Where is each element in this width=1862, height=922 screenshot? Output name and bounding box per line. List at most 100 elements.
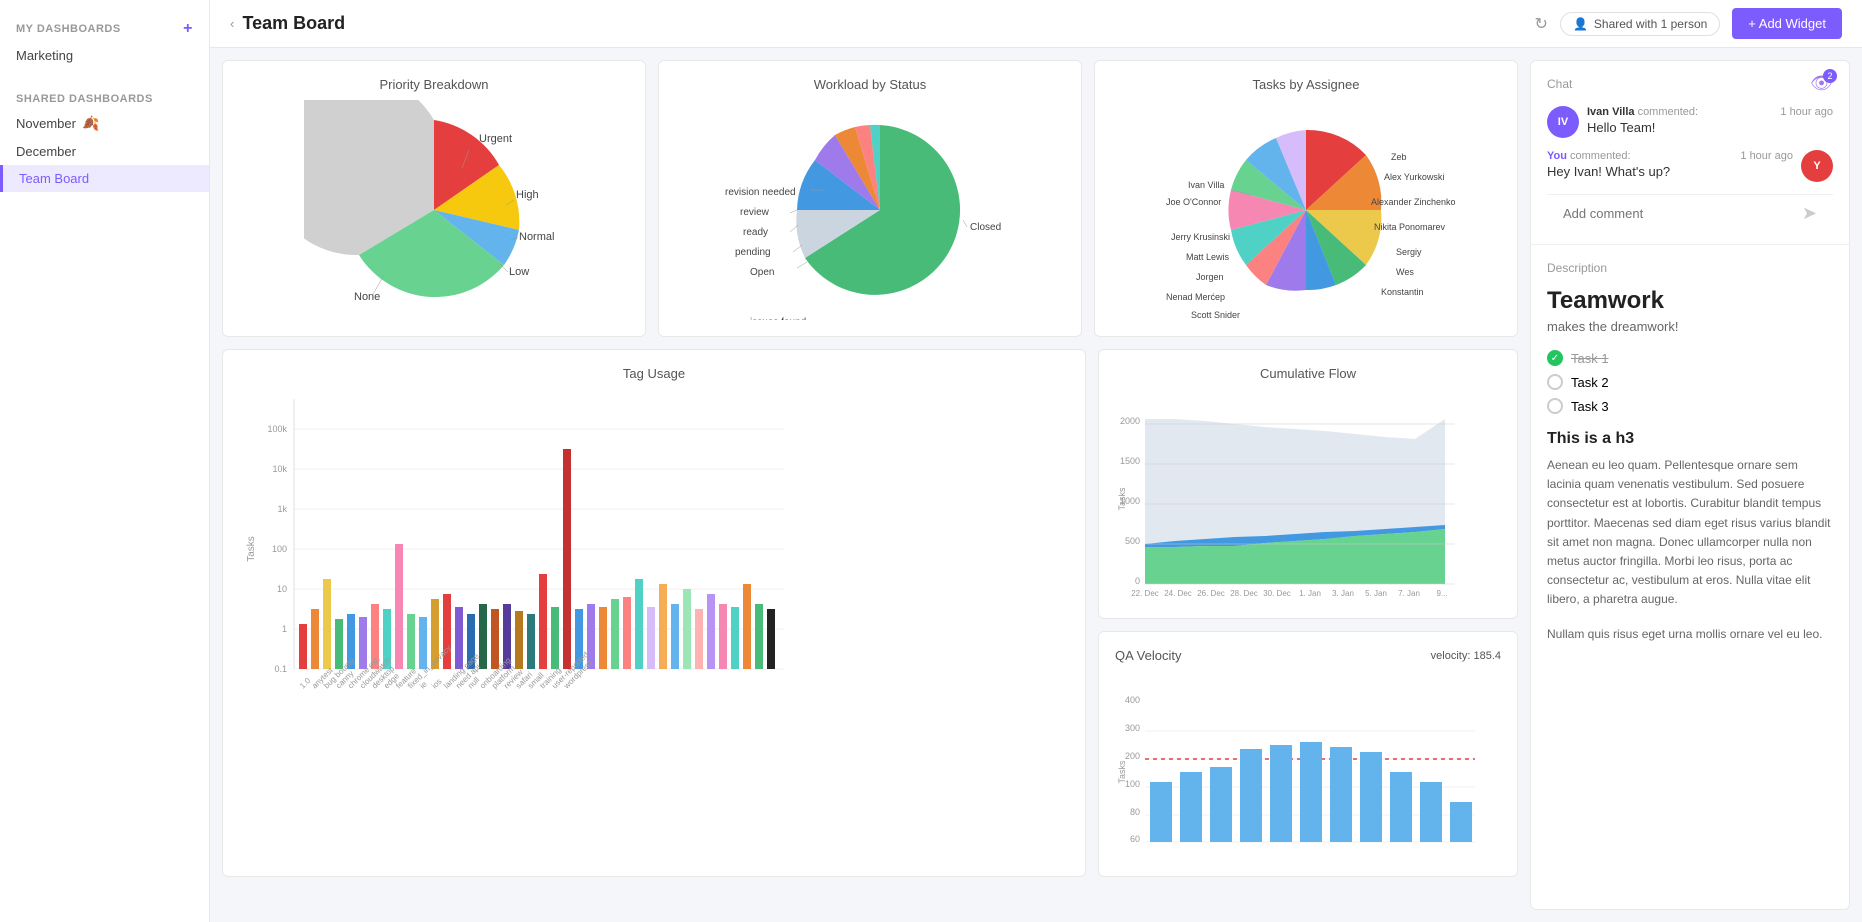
svg-text:80: 80: [1130, 807, 1140, 817]
my-dashboards-section: MY DASHBOARDS +: [0, 12, 209, 42]
svg-text:Urgent: Urgent: [479, 133, 512, 145]
svg-text:1: 1: [282, 624, 287, 634]
svg-text:0.1: 0.1: [274, 664, 287, 674]
assignee-pie-chart: Ivan Villa Joe O'Connor Jerry Krusinski …: [1136, 100, 1476, 320]
sidebar-item-marketing[interactable]: Marketing: [0, 42, 209, 69]
cumulative-flow-title: Cumulative Flow: [1115, 366, 1501, 381]
chat-input[interactable]: [1563, 206, 1794, 221]
header-actions: ↻ 👤 Shared with 1 person + Add Widget: [1535, 8, 1842, 39]
main-content: ‹ Team Board ↻ 👤 Shared with 1 person + …: [210, 0, 1862, 922]
ivan-message: Hello Team!: [1587, 120, 1833, 135]
svg-text:24. Dec: 24. Dec: [1164, 589, 1192, 598]
svg-text:pending: pending: [735, 247, 771, 258]
description-subheading: makes the dreamwork!: [1547, 319, 1833, 334]
sidebar: MY DASHBOARDS + Marketing SHARED DASHBOA…: [0, 0, 210, 922]
svg-text:Tasks: Tasks: [246, 536, 257, 562]
priority-breakdown-card: Priority Breakdown: [222, 60, 646, 337]
svg-text:1k: 1k: [277, 504, 287, 514]
ivan-comment-meta: commented:: [1638, 106, 1699, 118]
svg-text:Wes: Wes: [1396, 267, 1414, 277]
task3-check[interactable]: [1547, 398, 1563, 414]
header: ‹ Team Board ↻ 👤 Shared with 1 person + …: [210, 0, 1862, 48]
svg-text:Alexander Zinchenko: Alexander Zinchenko: [1371, 197, 1456, 207]
svg-text:30. Dec: 30. Dec: [1263, 589, 1291, 598]
assignee-pie-container: Ivan Villa Joe O'Connor Jerry Krusinski …: [1111, 100, 1501, 320]
eyes-count: 2: [1823, 69, 1837, 83]
refresh-button[interactable]: ↻: [1535, 14, 1548, 34]
cumulative-flow-card: Cumulative Flow 0 500 1000 1500 2000 Tas…: [1098, 349, 1518, 619]
add-widget-button[interactable]: + Add Widget: [1732, 8, 1842, 39]
svg-text:1500: 1500: [1120, 456, 1140, 466]
svg-text:Alex Yurkowski: Alex Yurkowski: [1384, 172, 1444, 182]
user-icon: 👤: [1573, 17, 1588, 31]
svg-text:Tasks: Tasks: [1117, 760, 1127, 784]
qa-velocity-title: QA Velocity: [1115, 648, 1181, 663]
you-bubble: You commented: 1 hour ago Hey Ivan! What…: [1547, 150, 1793, 182]
shared-button[interactable]: 👤 Shared with 1 person: [1560, 12, 1720, 36]
svg-text:2000: 2000: [1120, 416, 1140, 426]
sidebar-item-november[interactable]: November 🍂: [0, 109, 209, 138]
ivan-name: Ivan Villa: [1587, 106, 1635, 118]
description-body2: Nullam quis risus eget urna mollis ornar…: [1547, 625, 1833, 644]
svg-text:1. Jan: 1. Jan: [1299, 589, 1321, 598]
workload-pie-container: revision needed review ready pending Ope…: [675, 100, 1065, 320]
workload-pie-chart: revision needed review ready pending Ope…: [715, 100, 1025, 320]
velocity-label: velocity: 185.4: [1431, 650, 1501, 662]
qa-velocity-card: QA Velocity velocity: 185.4 60 80 100 20…: [1098, 631, 1518, 877]
description-h3: This is a h3: [1547, 430, 1833, 448]
priority-breakdown-title: Priority Breakdown: [239, 77, 629, 92]
svg-text:Joe O'Connor: Joe O'Connor: [1166, 197, 1221, 207]
svg-text:28. Dec: 28. Dec: [1230, 589, 1258, 598]
svg-text:Jorgen: Jorgen: [1196, 272, 1224, 282]
svg-text:300: 300: [1125, 723, 1140, 733]
task-item-3: Task 3: [1547, 398, 1833, 414]
assignee-title: Tasks by Assignee: [1111, 77, 1501, 92]
page-title: ‹ Team Board: [230, 13, 345, 34]
task-item-2: Task 2: [1547, 374, 1833, 390]
svg-text:Sergiy: Sergiy: [1396, 247, 1422, 257]
send-icon[interactable]: ➤: [1802, 203, 1817, 224]
tag-usage-title: Tag Usage: [239, 366, 1069, 381]
description-title: Description: [1547, 261, 1833, 275]
task2-check[interactable]: [1547, 374, 1563, 390]
svg-text:3. Jan: 3. Jan: [1332, 589, 1354, 598]
priority-pie-chart: Urgent High Normal Low None: [304, 100, 564, 320]
chat-title: Chat: [1547, 77, 1572, 91]
svg-text:revision needed: revision needed: [725, 187, 796, 198]
workload-title: Workload by Status: [675, 77, 1065, 92]
task2-label: Task 2: [1571, 375, 1609, 390]
svg-text:100: 100: [1125, 779, 1140, 789]
svg-text:Ivan Villa: Ivan Villa: [1188, 180, 1224, 190]
svg-text:Jerry Krusinski: Jerry Krusinski: [1171, 232, 1230, 242]
svg-text:400: 400: [1125, 695, 1140, 705]
add-dashboard-icon[interactable]: +: [183, 20, 193, 38]
svg-text:0: 0: [1135, 576, 1140, 586]
svg-text:200: 200: [1125, 751, 1140, 761]
svg-text:Nenad Merćep: Nenad Merćep: [1166, 292, 1225, 302]
ivan-avatar: IV: [1547, 106, 1579, 138]
ivan-time: 1 hour ago: [1780, 106, 1833, 118]
svg-text:review: review: [740, 207, 770, 218]
you-time: 1 hour ago: [1740, 150, 1793, 162]
svg-text:10: 10: [277, 584, 287, 594]
svg-text:22. Dec: 22. Dec: [1131, 589, 1159, 598]
sidebar-item-december[interactable]: December: [0, 138, 209, 165]
svg-text:ready: ready: [743, 227, 768, 238]
svg-text:Scott Snider: Scott Snider: [1191, 310, 1240, 320]
svg-text:Open: Open: [750, 267, 774, 278]
svg-text:Tasks: Tasks: [1117, 487, 1127, 511]
svg-text:60: 60: [1130, 834, 1140, 844]
chat-section: Chat 👁 2 IV Ivan Villa commented: 1 hour…: [1531, 61, 1849, 245]
right-charts: Cumulative Flow 0 500 1000 1500 2000 Tas…: [1098, 349, 1518, 877]
left-panels: Priority Breakdown: [222, 60, 1518, 910]
priority-pie-container: Urgent High Normal Low None: [239, 100, 629, 320]
svg-text:Closed: Closed: [970, 222, 1001, 233]
svg-text:100: 100: [272, 544, 287, 554]
collapse-button[interactable]: ‹: [230, 16, 234, 31]
svg-text:500: 500: [1125, 536, 1140, 546]
task1-check[interactable]: ✓: [1547, 350, 1563, 366]
tag-usage-chart: 0.1 1 10 100 1k 10k 100k Tasks: [239, 389, 799, 729]
sidebar-item-team-board[interactable]: Team Board: [0, 165, 209, 192]
svg-text:100k: 100k: [267, 424, 287, 434]
you-meta: You commented: 1 hour ago: [1547, 150, 1793, 162]
